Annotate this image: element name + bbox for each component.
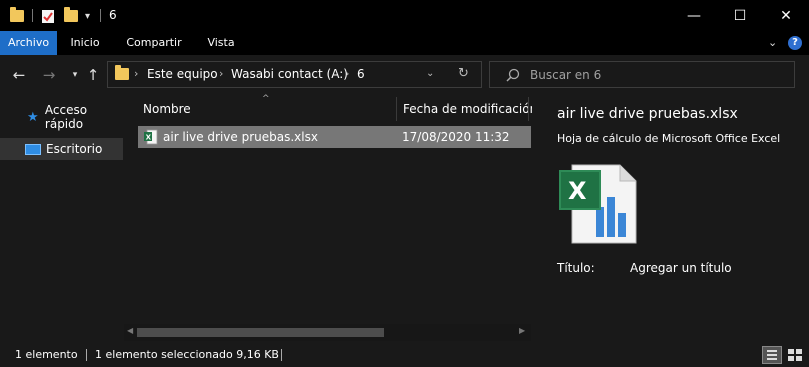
address-bar[interactable]: › Este equipo › Wasabi contact (A:) › 6 … — [107, 61, 482, 88]
nav-item-acceso-rapido[interactable]: ★ Acceso rápido — [0, 103, 123, 131]
preview-title-label: Título: — [557, 261, 595, 275]
svg-text:X: X — [568, 177, 587, 205]
new-folder-icon[interactable] — [64, 7, 78, 25]
sort-ascending-icon: ^ — [262, 94, 270, 104]
excel-file-icon: X — [144, 129, 158, 145]
minimize-button[interactable]: — — [671, 0, 717, 31]
svg-text:X: X — [146, 134, 152, 142]
column-divider[interactable] — [396, 97, 397, 121]
folder-icon — [10, 7, 24, 25]
tab-archivo[interactable]: Archivo — [0, 31, 57, 55]
ribbon-tabs: Archivo Inicio Compartir Vista ⌄ ? — [0, 31, 809, 55]
preview-title-value[interactable]: Agregar un título — [630, 261, 732, 275]
address-dropdown-icon[interactable]: ⌄ — [426, 68, 434, 79]
breadcrumb-folder[interactable]: 6 — [357, 67, 365, 81]
status-separator — [281, 349, 282, 361]
details-pane: air live drive pruebas.xlsx Hoja de cálc… — [532, 95, 809, 343]
address-row: ← → ▾ ↑ › Este equipo › Wasabi contact (… — [0, 55, 809, 95]
nav-item-escritorio[interactable]: Escritorio — [0, 138, 123, 160]
recent-locations-icon[interactable]: ▾ — [66, 65, 84, 85]
maximize-button[interactable]: ☐ — [717, 0, 763, 31]
separator — [100, 9, 101, 22]
preview-file-name: air live drive pruebas.xlsx — [557, 106, 738, 122]
column-divider[interactable] — [528, 97, 529, 121]
tab-compartir[interactable]: Compartir — [118, 31, 190, 55]
excel-large-icon: X — [559, 164, 637, 244]
breadcrumb-drive[interactable]: Wasabi contact (A:) — [231, 67, 348, 81]
refresh-icon[interactable]: ↻ — [458, 66, 469, 81]
star-icon: ★ — [27, 109, 39, 125]
up-arrow-icon[interactable]: ↑ — [84, 65, 102, 85]
file-modified: 17/08/2020 11:32 — [402, 130, 510, 144]
search-box[interactable] — [489, 61, 795, 88]
desktop-icon — [25, 143, 41, 155]
nav-item-label: Escritorio — [46, 142, 103, 156]
forward-arrow-icon[interactable]: → — [40, 65, 58, 85]
navigation-pane: ★ Acceso rápido Escritorio — [0, 95, 123, 343]
title-bar: ▾ 6 — ☐ ✕ — [0, 0, 809, 31]
horizontal-scrollbar[interactable]: ◀ ▶ — [124, 324, 531, 341]
large-icons-view-icon[interactable] — [785, 346, 805, 364]
scroll-thumb[interactable] — [137, 328, 384, 337]
scroll-right-icon[interactable]: ▶ — [519, 326, 525, 335]
folder-icon — [115, 65, 129, 80]
file-name: air live drive pruebas.xlsx — [163, 130, 318, 144]
status-bar: 1 elemento 1 elemento seleccionado 9,16 … — [0, 343, 809, 367]
chevron-right-icon[interactable]: › — [345, 67, 349, 80]
preview-file-type: Hoja de cálculo de Microsoft Office Exce… — [557, 132, 781, 145]
customize-toolbar-icon[interactable]: ▾ — [85, 7, 90, 25]
status-separator — [86, 349, 87, 361]
column-header-name[interactable]: Nombre — [143, 95, 191, 123]
close-button[interactable]: ✕ — [763, 0, 809, 31]
window-title: 6 — [109, 8, 117, 22]
breadcrumb-este-equipo[interactable]: Este equipo — [147, 67, 218, 81]
back-arrow-icon[interactable]: ← — [10, 65, 28, 85]
properties-icon[interactable] — [41, 7, 55, 25]
file-row[interactable]: X air live drive pruebas.xlsx 17/08/2020… — [138, 126, 531, 148]
details-view-icon[interactable] — [762, 346, 782, 364]
column-header-modified[interactable]: Fecha de modificación — [403, 95, 537, 123]
file-list-pane: ^ Nombre Fecha de modificación X air liv… — [124, 94, 537, 343]
tab-inicio[interactable]: Inicio — [60, 31, 110, 55]
scroll-left-icon[interactable]: ◀ — [127, 326, 133, 335]
nav-item-label: Acceso rápido — [44, 103, 88, 131]
separator — [32, 9, 33, 22]
search-input[interactable] — [530, 67, 780, 83]
expand-ribbon-icon[interactable]: ⌄ — [768, 36, 777, 49]
chevron-right-icon[interactable]: › — [134, 67, 138, 80]
tab-vista[interactable]: Vista — [199, 31, 243, 55]
status-selection: 1 elemento seleccionado 9,16 KB — [95, 348, 279, 361]
help-icon[interactable]: ? — [788, 36, 802, 50]
search-icon — [506, 68, 520, 82]
chevron-right-icon[interactable]: › — [219, 67, 223, 80]
status-item-count: 1 elemento — [15, 348, 78, 361]
